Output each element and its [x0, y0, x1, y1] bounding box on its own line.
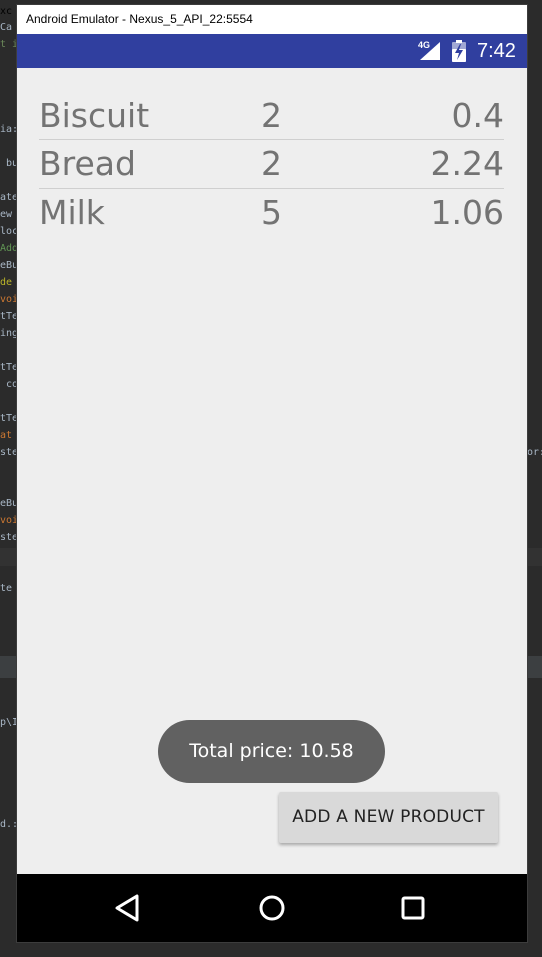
recents-square-icon[interactable]	[397, 892, 429, 924]
status-time: 7:42	[477, 40, 516, 62]
home-circle-icon[interactable]	[256, 892, 288, 924]
total-price-toast: Total price: 10.58	[158, 720, 385, 783]
back-triangle-icon[interactable]	[113, 892, 145, 924]
emulator-title-bar[interactable]: Android Emulator - Nexus_5_API_22:5554	[16, 4, 528, 34]
product-quantity: 5	[261, 193, 282, 232]
product-price: 0.4	[451, 96, 504, 135]
row-divider	[39, 188, 504, 189]
ide-code-fragment: te	[0, 583, 13, 594]
window-title: Android Emulator - Nexus_5_API_22:5554	[26, 12, 253, 26]
signal-icon	[420, 42, 440, 60]
ide-code-fragment: at	[0, 430, 13, 441]
ide-code-fragment: xc	[0, 6, 13, 17]
ide-code-fragment: ew	[0, 209, 13, 220]
ide-code-fragment: or:	[527, 447, 542, 458]
product-quantity: 2	[261, 96, 282, 135]
product-name: Milk	[39, 193, 105, 232]
status-bar: 4G 7:42	[17, 34, 527, 68]
ide-code-fragment: Ca	[0, 22, 13, 33]
product-price: 2.24	[430, 144, 504, 183]
app-content: Biscuit 2 0.4 Bread 2 2.24 Milk 5 1.06 T…	[17, 68, 527, 874]
product-row[interactable]: Biscuit 2 0.4	[39, 96, 504, 144]
add-product-button[interactable]: ADD A NEW PRODUCT	[279, 792, 498, 843]
product-row[interactable]: Bread 2 2.24	[39, 144, 504, 192]
battery-charging-icon	[452, 40, 466, 62]
product-price: 1.06	[430, 193, 504, 232]
navigation-bar	[17, 874, 527, 942]
product-quantity: 2	[261, 144, 282, 183]
product-row[interactable]: Milk 5 1.06	[39, 193, 504, 241]
product-name: Biscuit	[39, 96, 150, 135]
row-divider	[39, 139, 504, 140]
ide-code-fragment: de	[0, 277, 13, 288]
product-name: Bread	[39, 144, 136, 183]
